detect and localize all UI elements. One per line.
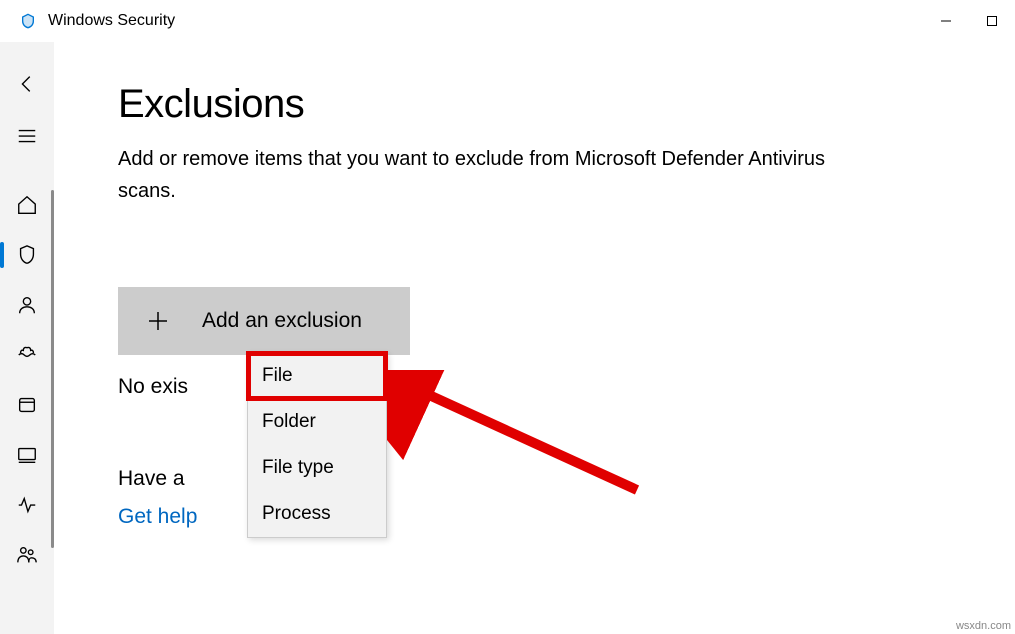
page-description: Add or remove items that you want to exc… [118, 143, 868, 207]
content-area: Exclusions Add or remove items that you … [54, 42, 1015, 634]
titlebar-left: Windows Security [20, 12, 175, 30]
add-exclusion-button[interactable]: Add an exclusion [118, 287, 410, 355]
page-title: Exclusions [118, 82, 955, 127]
watermark: wsxdn.com [956, 620, 1011, 632]
maximize-button[interactable] [969, 0, 1015, 42]
sidebar-item-virus-protection[interactable] [0, 230, 54, 280]
sidebar-item-device-performance[interactable] [0, 480, 54, 530]
add-exclusion-label: Add an exclusion [202, 309, 362, 333]
dropdown-item-filetype[interactable]: File type [248, 445, 386, 491]
sidebar-item-firewall[interactable] [0, 330, 54, 380]
dropdown-item-process[interactable]: Process [248, 491, 386, 537]
titlebar-controls [923, 0, 1015, 41]
sidebar-item-app-browser[interactable] [0, 380, 54, 430]
sidebar [0, 42, 54, 634]
dropdown-item-folder[interactable]: Folder [248, 399, 386, 445]
no-exclusions-text: No exis [118, 375, 955, 399]
dropdown-item-file[interactable]: File [248, 353, 386, 399]
sidebar-item-home[interactable] [0, 180, 54, 230]
exclusion-type-dropdown: File Folder File type Process [247, 352, 387, 538]
window-title: Windows Security [48, 12, 175, 30]
sidebar-item-family[interactable] [0, 530, 54, 580]
question-heading: Have a [118, 467, 955, 491]
titlebar: Windows Security [0, 0, 1015, 42]
app-icon [20, 13, 36, 29]
menu-button[interactable] [0, 112, 54, 160]
main-area: Exclusions Add or remove items that you … [0, 42, 1015, 634]
minimize-button[interactable] [923, 0, 969, 42]
plus-icon [146, 309, 170, 333]
help-link[interactable]: Get help [118, 505, 197, 528]
back-button[interactable] [0, 60, 54, 108]
sidebar-item-device-security[interactable] [0, 430, 54, 480]
sidebar-item-account[interactable] [0, 280, 54, 330]
